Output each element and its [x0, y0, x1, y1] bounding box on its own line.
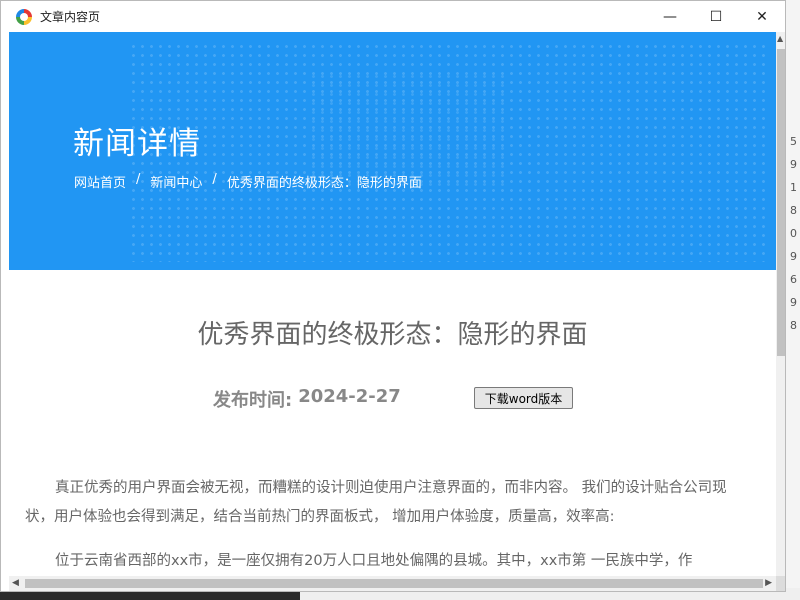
app-logo-icon: [16, 8, 32, 25]
breadcrumb: 网站首页 / 新闻中心 / 优秀界面的终极形态：隐形的界面: [74, 172, 422, 191]
title-bar[interactable]: 文章内容页 — ☐ ✕: [1, 1, 785, 32]
article-paragraph: 真正优秀的用户界面会被无视，而糟糕的设计则迫使用户注意界面的，而非内容。 我们的…: [25, 480, 727, 525]
scroll-left-arrow-icon[interactable]: ◀: [12, 578, 19, 588]
hero-banner: 新闻详情 网站首页 / 新闻中心 / 优秀界面的终极形态：隐形的界面: [9, 32, 776, 270]
window-title: 文章内容页: [40, 10, 101, 24]
hero-title: 新闻详情: [73, 126, 201, 162]
page-viewport: 新闻详情 网站首页 / 新闻中心 / 优秀界面的终极形态：隐形的界面 优秀界面的…: [9, 32, 776, 577]
scroll-up-arrow-icon[interactable]: ▲: [777, 34, 783, 43]
browser-window: 文章内容页 — ☐ ✕ 新闻详情 网站首页 / 新闻中心 / 优秀界面的终极形态…: [0, 0, 786, 592]
vertical-scrollbar[interactable]: ▲: [776, 32, 785, 577]
breadcrumb-separator: /: [212, 172, 217, 187]
publish-label: 发布时间:: [213, 390, 293, 411]
breadcrumb-separator: /: [136, 172, 141, 187]
article-paragraph: 位于云南省西部的xx市，是一座仅拥有20万人口且地处偏隅的县城。其中，xx市第 …: [55, 553, 693, 569]
close-button[interactable]: ✕: [739, 1, 785, 32]
publish-date: 2024-2-27: [298, 386, 401, 407]
breadcrumb-home-link[interactable]: 网站首页: [74, 172, 126, 191]
maximize-button[interactable]: ☐: [693, 1, 739, 32]
horizontal-scroll-thumb[interactable]: [25, 579, 763, 588]
window-controls: — ☐ ✕: [647, 1, 785, 32]
background-digits: 5 9 1 8 0 9 6 9 8: [790, 135, 797, 332]
article-title: 优秀界面的终极形态：隐形的界面: [197, 320, 588, 350]
breadcrumb-current: 优秀界面的终极形态：隐形的界面: [226, 176, 422, 191]
scroll-right-arrow-icon[interactable]: ▶: [765, 578, 772, 588]
publish-info: 发布时间: 2024-2-27: [213, 386, 401, 412]
download-word-button[interactable]: 下载word版本: [474, 387, 573, 409]
vertical-scroll-thumb[interactable]: [777, 49, 785, 356]
horizontal-scrollbar[interactable]: ◀ ▶: [9, 576, 776, 591]
minimize-button[interactable]: —: [647, 1, 693, 32]
breadcrumb-section-link[interactable]: 新闻中心: [150, 172, 202, 191]
scrollbar-corner: [776, 576, 785, 591]
